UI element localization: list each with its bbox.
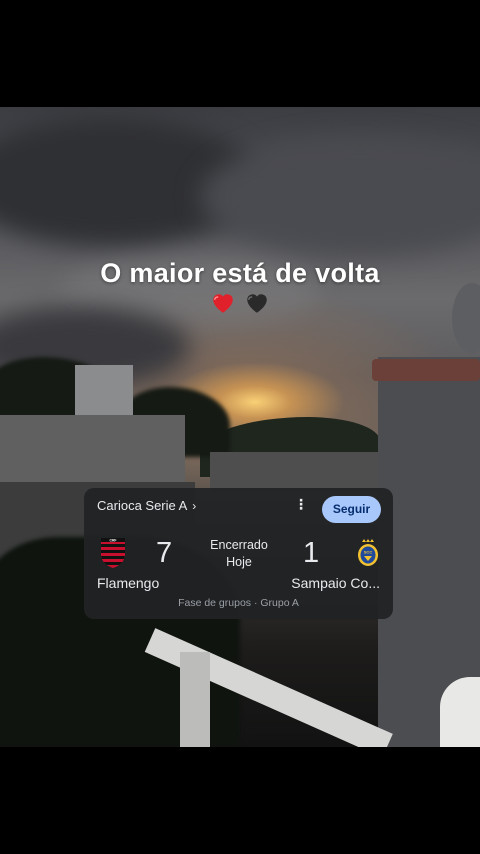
red-heart-icon (210, 290, 236, 316)
home-team-name: Flamengo (97, 575, 160, 591)
match-phase: Fase de grupos · Grupo A (178, 597, 299, 609)
away-team-name: Sampaio Co... (291, 575, 380, 591)
follow-button[interactable]: Seguir (322, 496, 381, 523)
match-status: Encerrado Hoje (197, 537, 281, 571)
svg-text:CRF: CRF (110, 539, 117, 543)
chevron-right-icon: › (192, 499, 197, 513)
match-score-card[interactable]: Carioca Serie A › ⋮ Seguir CRF 7 Encerra… (84, 488, 393, 619)
away-score: 1 (303, 537, 320, 569)
league-link[interactable]: Carioca Serie A › (97, 498, 196, 513)
more-options-icon[interactable]: ⋮ (294, 496, 308, 513)
league-name: Carioca Serie A (97, 498, 187, 513)
flamengo-crest-icon: CRF (99, 537, 127, 569)
status-date: Hoje (226, 555, 252, 569)
overlay-headline: O maior está de volta (100, 258, 380, 288)
status-finished: Encerrado (210, 538, 268, 552)
black-heart-icon (244, 290, 270, 316)
background-photo (0, 107, 480, 747)
home-score: 7 (156, 537, 173, 569)
hearts-emoji (0, 290, 480, 323)
svg-text:SCC: SCC (364, 550, 373, 555)
sampaio-crest-icon: SCC (356, 538, 380, 568)
